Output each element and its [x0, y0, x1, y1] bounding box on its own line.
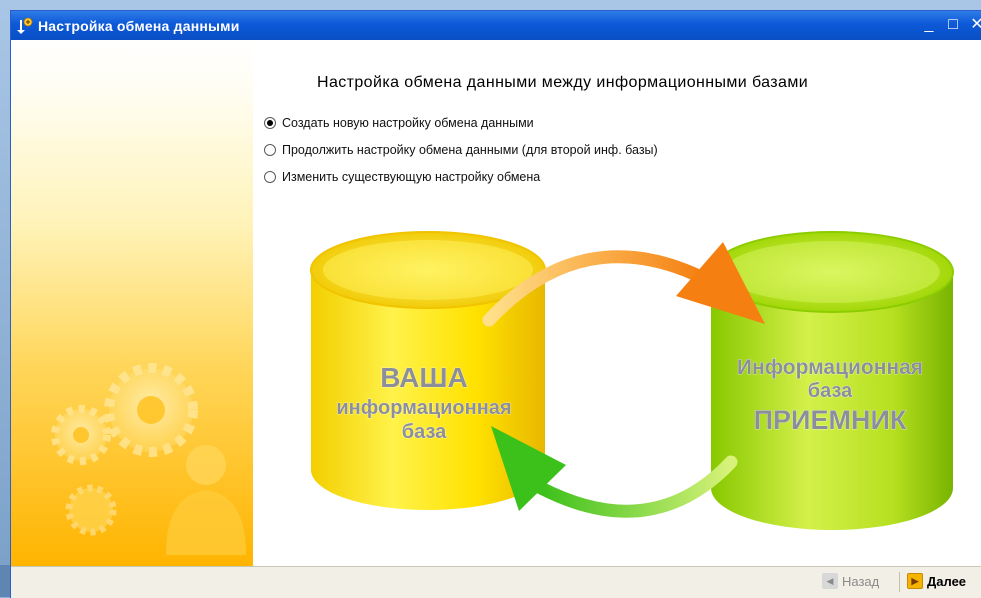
- back-button-label: Назад: [842, 573, 880, 589]
- data-exchange-icon: [15, 17, 33, 35]
- main-content: Настройка обмена данными между информаци…: [253, 40, 981, 567]
- window-title: Настройка обмена данными: [38, 17, 240, 34]
- arrow-right-icon: ▶: [907, 573, 923, 589]
- target-label-line1: Информационная: [737, 356, 923, 379]
- source-label-line1: ВАША: [380, 362, 467, 393]
- sidebar-panel: [11, 40, 253, 567]
- wizard-footer: ◀ Назад ▶ Далее: [11, 566, 981, 598]
- title-bar[interactable]: Настройка обмена данными _ □ ✕: [11, 11, 981, 40]
- minimize-button[interactable]: _: [920, 16, 938, 34]
- close-button[interactable]: ✕: [968, 16, 981, 34]
- exchange-diagram: ВАША информационная база Информационная …: [310, 231, 954, 530]
- back-button[interactable]: ◀ Назад: [822, 573, 879, 589]
- target-label-line3: ПРИЕМНИК: [754, 405, 907, 435]
- next-button-label: Далее: [927, 573, 967, 589]
- maximize-button[interactable]: □: [944, 16, 962, 34]
- target-label-line2: база: [808, 380, 853, 402]
- footer-separator: [899, 572, 900, 592]
- source-label-line3: база: [402, 421, 447, 443]
- source-label-line2: информационная: [336, 397, 511, 419]
- gears-person-icon: [51, 363, 246, 555]
- arrow-left-icon: ◀: [822, 573, 838, 589]
- exchange-setup-window: Настройка обмена данными _ □ ✕: [10, 10, 981, 598]
- next-button[interactable]: ▶ Далее: [907, 573, 966, 589]
